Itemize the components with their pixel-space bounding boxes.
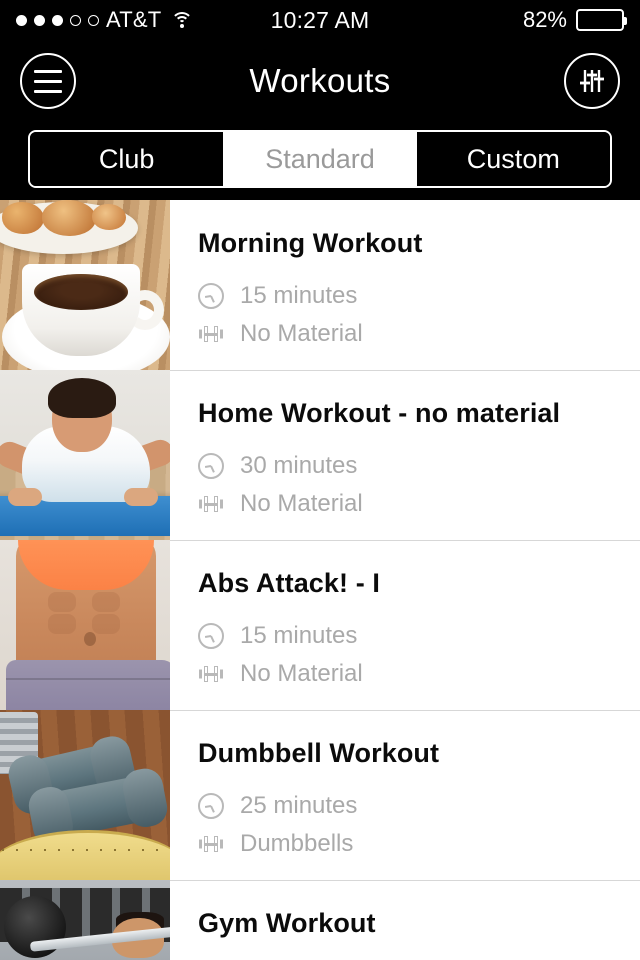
battery-percent-label: 82%	[522, 7, 567, 32]
status-bar: AT&T 10:27 AM 82%	[0, 0, 640, 40]
workout-material: No Material	[198, 655, 640, 693]
signal-dot-2	[34, 14, 45, 26]
signal-dot-5	[88, 14, 99, 26]
menu-button[interactable]	[20, 53, 76, 109]
status-bar-left: AT&T	[16, 7, 194, 33]
workout-duration: 30 minutes	[198, 447, 640, 485]
segmented-control-container: Club Standard Custom	[0, 122, 640, 206]
signal-dot-1	[16, 14, 27, 26]
navigation-bar: Workouts	[0, 40, 640, 122]
workout-duration: 25 minutes	[198, 787, 640, 825]
workout-material: Dumbbells	[198, 825, 640, 863]
dumbbell-icon	[198, 491, 224, 517]
battery-icon	[576, 9, 627, 31]
workout-thumbnail-abs	[0, 540, 170, 710]
tab-standard[interactable]: Standard	[223, 132, 417, 186]
clock-icon	[198, 623, 224, 649]
workout-thumbnail-gym	[0, 880, 170, 960]
signal-dot-4	[70, 14, 81, 26]
list-item[interactable]: Gym Workout	[0, 880, 640, 960]
clock-icon	[198, 283, 224, 309]
workout-list[interactable]: Morning Workout 15 minutes No Material H…	[0, 200, 640, 960]
workout-duration-label: 25 minutes	[240, 792, 358, 819]
workout-title: Gym Workout	[198, 908, 376, 938]
segmented-control[interactable]: Club Standard Custom	[28, 130, 612, 188]
status-bar-right: 82%	[522, 7, 627, 33]
workout-material: No Material	[198, 315, 640, 353]
workout-title: Abs Attack! - I	[198, 568, 381, 598]
workout-material-label: No Material	[240, 660, 363, 687]
carrier-label: AT&T	[106, 7, 162, 32]
tab-club[interactable]: Club	[30, 132, 224, 186]
wifi-icon	[171, 11, 194, 29]
workout-title: Home Workout - no material	[198, 398, 561, 428]
list-item[interactable]: Abs Attack! - I 15 minutes No Material	[0, 540, 640, 710]
sliders-filter-icon	[580, 70, 604, 92]
list-item[interactable]: Home Workout - no material 30 minutes No…	[0, 370, 640, 540]
workout-info: Morning Workout 15 minutes No Material	[170, 200, 640, 370]
workout-duration-label: 15 minutes	[240, 622, 358, 649]
list-item[interactable]: Morning Workout 15 minutes No Material	[0, 200, 640, 370]
dumbbell-icon	[198, 321, 224, 347]
workout-duration: 15 minutes	[198, 617, 640, 655]
hamburger-menu-icon	[34, 69, 62, 93]
workout-thumbnail-dumbbells	[0, 710, 170, 880]
filter-button[interactable]	[564, 53, 620, 109]
workout-thumbnail-coffee	[0, 200, 170, 370]
page-title: Workouts	[249, 62, 391, 99]
clock-icon	[198, 793, 224, 819]
clock-icon	[198, 453, 224, 479]
signal-dot-3	[52, 14, 63, 26]
workout-material-label: Dumbbells	[240, 830, 354, 857]
list-item[interactable]: Dumbbell Workout 25 minutes Dumbbells	[0, 710, 640, 880]
workout-duration-label: 15 minutes	[240, 282, 358, 309]
workout-material: No Material	[198, 485, 640, 523]
workout-duration: 15 minutes	[198, 277, 640, 315]
workout-info: Home Workout - no material 30 minutes No…	[170, 370, 640, 540]
dumbbell-icon	[198, 831, 224, 857]
workout-title: Morning Workout	[198, 228, 423, 258]
workout-title: Dumbbell Workout	[198, 738, 440, 768]
app-screen: AT&T 10:27 AM 82% Workouts Club Standard…	[0, 0, 640, 960]
workout-info: Abs Attack! - I 15 minutes No Material	[170, 540, 640, 710]
signal-strength-dots	[16, 14, 99, 26]
tab-custom[interactable]: Custom	[416, 132, 610, 186]
workout-info: Dumbbell Workout 25 minutes Dumbbells	[170, 710, 640, 880]
dumbbell-icon	[198, 661, 224, 687]
workout-material-label: No Material	[240, 320, 363, 347]
workout-material-label: No Material	[240, 490, 363, 517]
workout-info: Gym Workout	[170, 880, 640, 960]
workout-duration-label: 30 minutes	[240, 452, 358, 479]
workout-thumbnail-pushup	[0, 370, 170, 540]
